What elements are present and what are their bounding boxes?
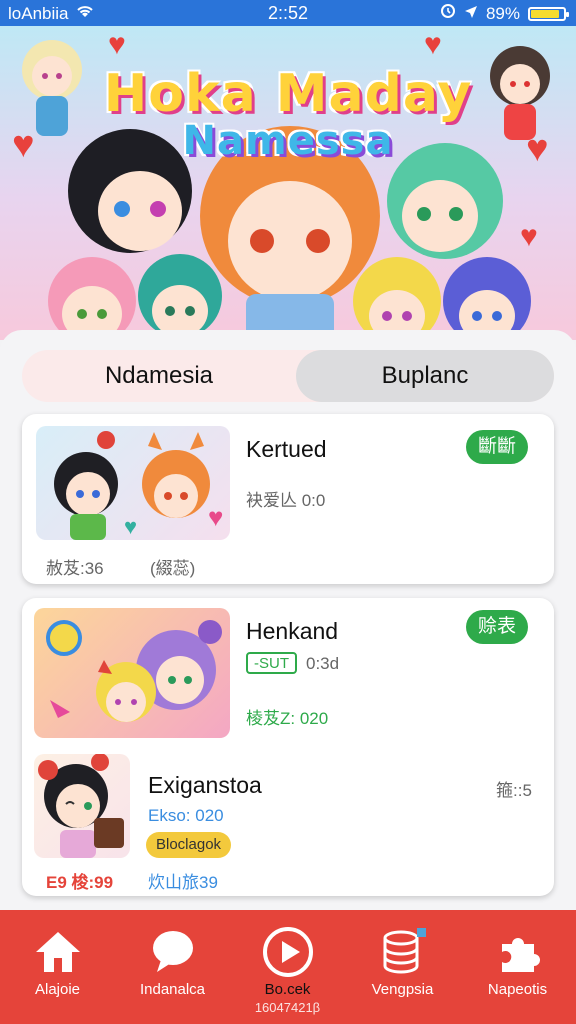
segmented-control: Ndamesia Buplanc [22,350,554,402]
home-icon [32,926,84,978]
heart-icon: ♥ [424,28,442,61]
card-footer-left: 赦芨:36 [46,559,104,578]
card-badge-button[interactable]: 赊表 [466,610,529,644]
status-bar: loAnbiia 2::52 89% [0,0,576,26]
svg-text:♥: ♥ [208,502,223,532]
item-thumbnail [34,754,130,858]
banner-title-line2: Namessa [182,118,394,164]
nav-label: Alajoie [34,981,81,998]
svg-text:♥: ♥ [124,514,137,539]
card-tag: -SUT [246,652,297,674]
battery-fill [531,9,560,18]
item-tag-pill: Bloclagok [146,832,232,858]
wifi-icon [75,3,95,24]
puzzle-icon [492,926,544,978]
tab-right[interactable]: Buplanc [296,350,554,402]
card-title: Henkand [246,618,339,644]
card-tag-time: 0:3d [306,654,340,673]
card-meta: 棱芨Z: 020 [246,709,329,728]
card-footer-right: (綴蕊) [150,559,196,578]
item-right-meta: 箍::5 [496,781,532,800]
heart-icon: ♥ [520,220,538,253]
nav-label: Napeotis [487,981,548,998]
item-footer-left: E9 梭:99 [46,873,114,892]
nav-item-puzzle[interactable]: Napeotis [460,910,575,1024]
item-meta: Ekso: 020 [148,806,224,825]
battery-percent: 89% [485,3,520,23]
item-footer-right: 炊山旅39 [148,873,218,892]
chat-bubble-icon [147,926,199,978]
card-thumbnail [34,608,230,738]
item-title: Exiganstoa [148,772,262,798]
play-icon [262,926,314,978]
battery-icon [528,6,569,21]
heart-icon: ♥ [108,28,126,61]
status-time: 2::52 [267,3,309,23]
bottom-nav: Alajoie Indanalca Bo.cek 16047421β Vengp… [0,910,576,1024]
banner-title-line1: Hoka Maday [103,64,473,124]
nav-item-play[interactable]: Bo.cek 16047421β [230,910,345,1024]
nav-sub-label: 16047421β [254,1000,321,1015]
card-meta: 袂爱亾 0:0 [246,491,326,510]
card-title: Kertued [246,436,327,462]
database-icon [377,926,429,978]
list-card[interactable]: Henkand 赊表 -SUT 0:3d 棱芨Z: 020 Exiganstoa… [22,598,554,896]
location-arrow-icon [464,4,478,24]
nav-item-database[interactable]: Vengpsia [345,910,460,1024]
hero-banner: ♥ ♥ ♥ ♥ ♥ Hoka Maday Namessa [0,26,576,340]
card-badge-button[interactable]: 斷斷 [466,430,529,464]
nav-item-chat[interactable]: Indanalca [115,910,230,1024]
nav-item-home[interactable]: Alajoie [0,910,115,1024]
nav-label: Vengpsia [371,981,434,998]
tab-left[interactable]: Ndamesia [22,350,296,402]
carrier-label: loAnbiia [8,3,69,23]
nav-label: Bo.cek [264,981,311,998]
list-card[interactable]: ♥ ♥ Kertued 斷斷 袂爱亾 0:0 赦芨:36 (綴蕊) [22,414,554,584]
card-thumbnail: ♥ ♥ [36,426,230,540]
alarm-icon [440,3,456,24]
nav-label: Indanalca [139,981,206,998]
